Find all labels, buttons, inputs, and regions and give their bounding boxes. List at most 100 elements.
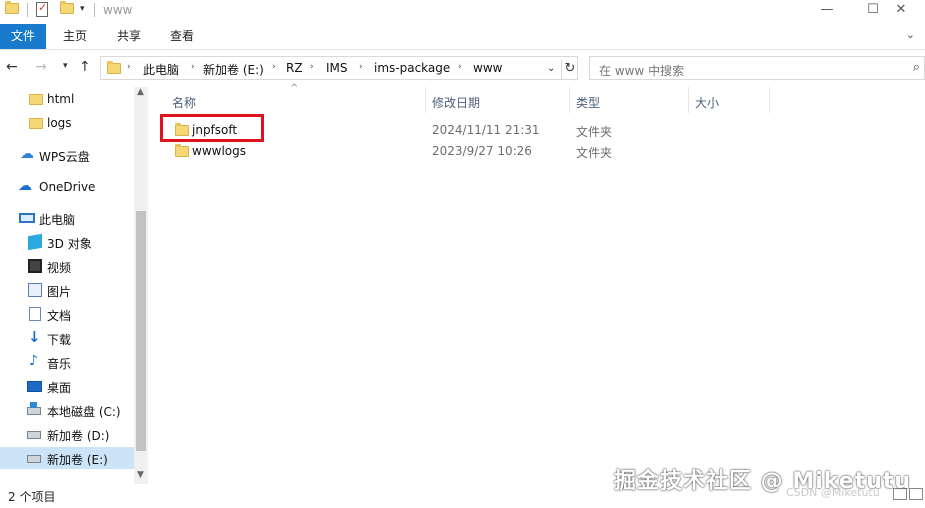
sidebar-item-drive-c[interactable]: 本地磁盘 (C:) (0, 399, 134, 421)
properties-icon[interactable] (36, 1, 48, 17)
sidebar-item-3d-objects[interactable]: 3D 对象 (0, 231, 134, 253)
sidebar-item-label: 音乐 (47, 357, 72, 371)
sidebar-item-label: 3D 对象 (47, 237, 92, 251)
breadcrumb-this-pc[interactable]: 此电脑 (143, 61, 179, 78)
title-bar: ▾ www — ☐ ✕ (0, 0, 925, 22)
sidebar-item-label: WPS云盘 (39, 150, 90, 164)
breadcrumb-www[interactable]: www (473, 61, 502, 75)
documents-icon (29, 307, 41, 321)
sidebar-item-label: logs (47, 116, 72, 130)
column-header-type[interactable]: 类型 (570, 87, 688, 113)
file-type: 文件夹 (576, 125, 613, 139)
column-header-modified[interactable]: 修改日期 (426, 87, 569, 113)
sidebar-item-documents[interactable]: 文档 (0, 303, 134, 325)
file-row-wwwlogs[interactable]: wwwlogs 2023/9/27 10:26 文件夹 (168, 141, 638, 162)
highlight-annotation-box (160, 114, 264, 142)
computer-icon (19, 213, 35, 223)
sidebar-item-desktop[interactable]: 桌面 (0, 375, 134, 397)
sidebar-item-onedrive[interactable]: ☁ OneDrive (0, 176, 134, 198)
navigation-pane: html logs ☁ WPS云盘 ☁ OneDrive 此电脑 3D 对象 视… (0, 87, 148, 484)
close-button[interactable]: ✕ (878, 0, 924, 22)
sidebar-item-drive-e[interactable]: 新加卷 (E:) (0, 447, 134, 469)
drive-icon (27, 431, 41, 439)
music-icon: ♪ (29, 353, 38, 369)
sidebar-item-downloads[interactable]: ↓ 下载 (0, 327, 134, 349)
new-folder-icon[interactable] (60, 1, 74, 19)
breadcrumb-ims-package[interactable]: ims-package (374, 61, 450, 75)
address-bar[interactable]: › 此电脑 › 新加卷 (E:) › RZ › IMS › ims-packag… (100, 56, 578, 80)
sidebar-item-label: html (47, 92, 75, 106)
video-icon (28, 259, 42, 273)
folder-icon (29, 94, 43, 105)
address-dropdown-icon[interactable]: ⌄ (547, 63, 555, 74)
large-icons-view-icon[interactable] (909, 488, 923, 500)
folder-icon (175, 144, 189, 157)
forward-arrow-icon[interactable]: → (35, 59, 47, 75)
sidebar-item-label: 图片 (47, 285, 72, 299)
search-icon[interactable]: ⌕ (913, 60, 920, 75)
scroll-up-icon[interactable]: ▲ (137, 87, 144, 97)
chevron-right-icon[interactable]: › (127, 62, 131, 72)
sidebar-item-label: 下载 (47, 333, 72, 347)
cloud-icon: ☁ (20, 146, 34, 162)
column-header-size[interactable]: 大小 (689, 87, 769, 113)
windows-drive-icon (27, 402, 41, 415)
download-icon: ↓ (28, 328, 41, 346)
folder-icon (29, 118, 43, 129)
sidebar-item-music[interactable]: ♪ 音乐 (0, 351, 134, 373)
tab-share[interactable]: 共享 (106, 24, 152, 49)
chevron-right-icon[interactable]: › (272, 62, 276, 72)
tab-home[interactable]: 主页 (52, 24, 98, 49)
breadcrumb-drive-e[interactable]: 新加卷 (E:) (203, 61, 264, 78)
up-arrow-icon[interactable]: ↑ (79, 59, 91, 75)
chevron-right-icon[interactable]: › (310, 62, 314, 72)
sidebar-item-logs[interactable]: logs (0, 112, 134, 134)
navigation-bar: ← → ▾ ↑ › 此电脑 › 新加卷 (E:) › RZ › IMS › im… (0, 53, 925, 83)
sidebar-item-label: 视频 (47, 261, 72, 275)
refresh-icon[interactable]: ↻ (561, 60, 578, 80)
column-header-label: 类型 (576, 96, 601, 110)
item-count: 2 个项目 (8, 490, 56, 504)
sidebar-item-label: 新加卷 (E:) (47, 453, 108, 467)
sidebar-scroll-thumb[interactable] (136, 211, 146, 451)
customize-quick-access-icon[interactable]: ▾ (80, 4, 85, 14)
scroll-down-icon[interactable]: ▼ (137, 470, 144, 480)
sidebar-item-label: 桌面 (47, 381, 72, 395)
onedrive-icon: ☁ (18, 178, 32, 194)
sidebar-item-wps-cloud[interactable]: ☁ WPS云盘 (0, 144, 134, 166)
sidebar-item-label: 此电脑 (39, 213, 76, 227)
breadcrumb-rz[interactable]: RZ (286, 61, 303, 75)
column-header-label: 名称 (172, 96, 197, 110)
column-header-name[interactable]: 名称 (164, 87, 426, 113)
chevron-right-icon[interactable]: › (458, 62, 462, 72)
sidebar-item-this-pc[interactable]: 此电脑 (0, 207, 134, 229)
desktop-icon (27, 381, 42, 392)
folder-icon (5, 1, 19, 19)
column-divider[interactable] (769, 87, 770, 113)
breadcrumb-ims[interactable]: IMS (326, 61, 348, 75)
file-modified: 2024/11/11 21:31 (432, 123, 540, 137)
search-placeholder: 在 www 中搜索 (599, 64, 685, 78)
drive-icon (27, 455, 41, 463)
3d-objects-icon (28, 233, 42, 251)
back-arrow-icon[interactable]: ← (6, 59, 18, 75)
sidebar-item-label: OneDrive (39, 180, 96, 194)
title-separator (94, 3, 95, 17)
file-modified: 2023/9/27 10:26 (432, 144, 532, 158)
sidebar-item-label: 文档 (47, 309, 72, 323)
expand-ribbon-icon[interactable]: ⌄ (906, 28, 915, 41)
recent-locations-icon[interactable]: ▾ (63, 61, 68, 71)
sidebar-item-videos[interactable]: 视频 (0, 255, 134, 277)
sidebar-item-pictures[interactable]: 图片 (0, 279, 134, 301)
search-box[interactable]: 在 www 中搜索 ⌕ (589, 56, 925, 80)
chevron-right-icon[interactable]: › (359, 62, 363, 72)
sidebar-item-drive-d[interactable]: 新加卷 (D:) (0, 423, 134, 445)
tab-file[interactable]: 文件 (0, 24, 46, 49)
ribbon: 文件 主页 共享 查看 ⌄ (0, 24, 925, 50)
sidebar-item-html[interactable]: html (0, 88, 134, 110)
minimize-button[interactable]: — (804, 0, 850, 22)
tab-view[interactable]: 查看 (159, 24, 205, 49)
file-name: wwwlogs (192, 144, 246, 158)
chevron-right-icon[interactable]: › (191, 62, 195, 72)
pictures-icon (28, 283, 42, 297)
